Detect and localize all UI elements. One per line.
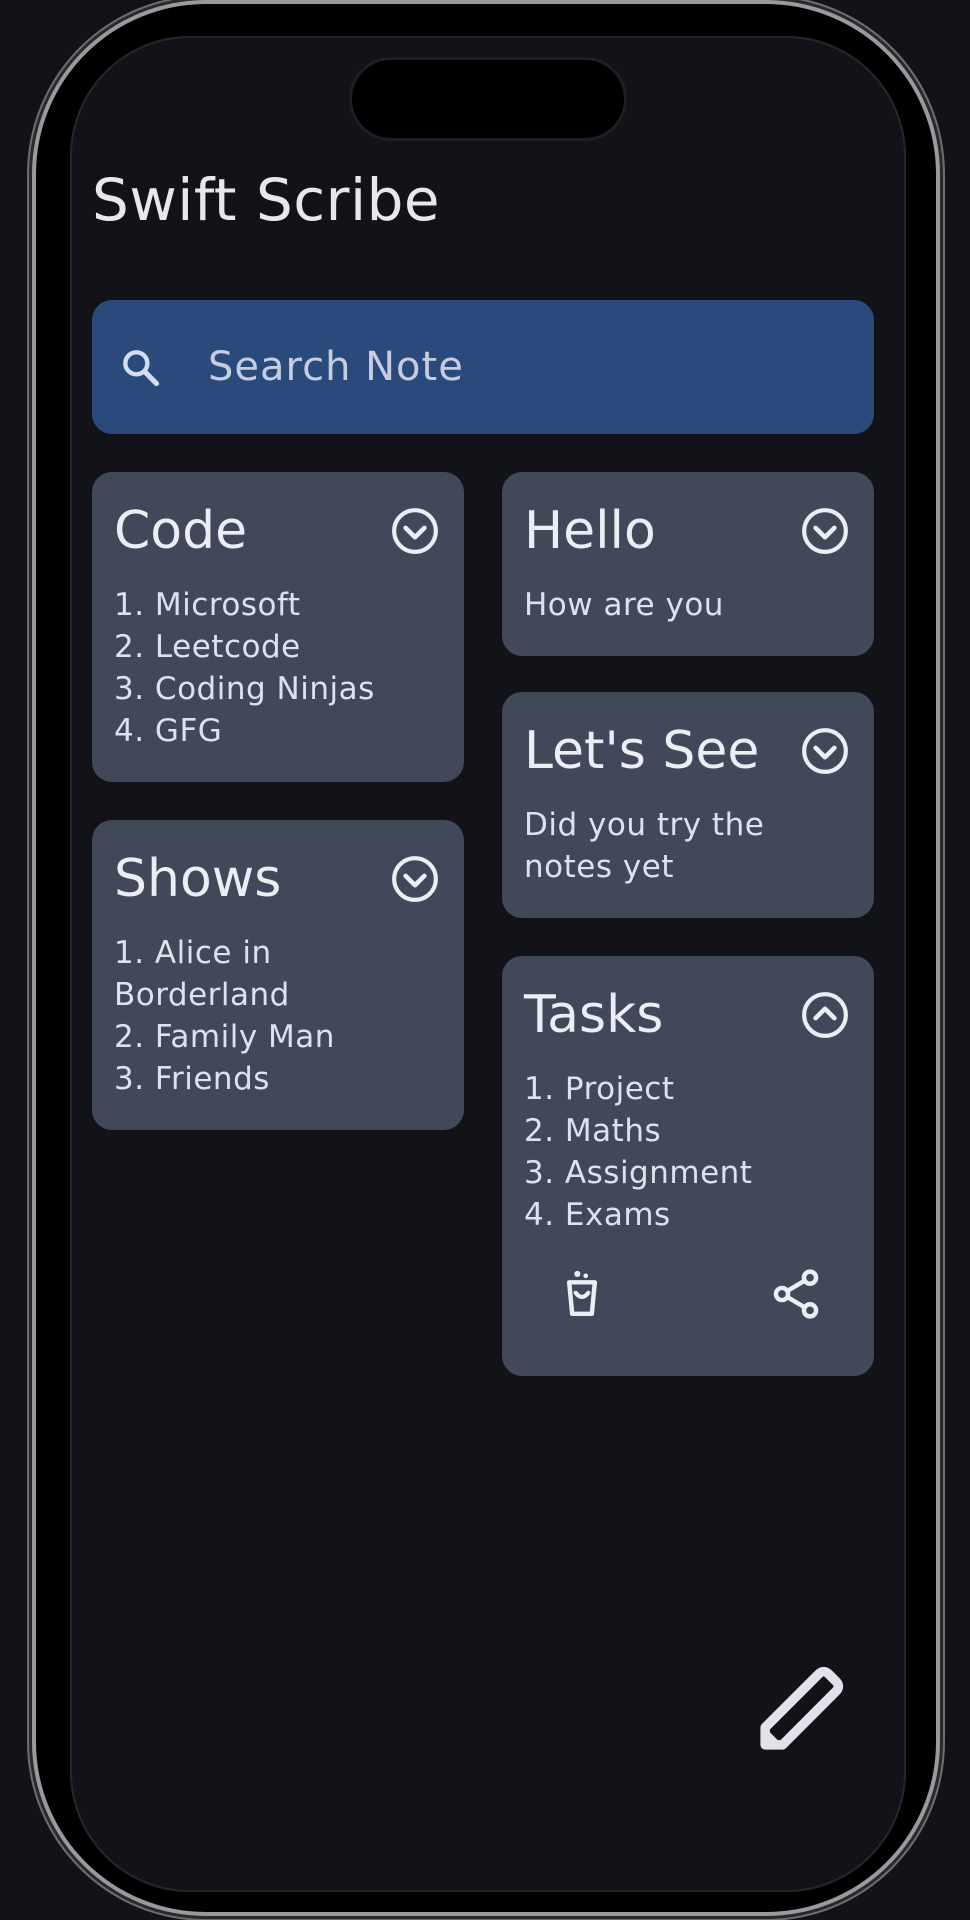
chevron-down-circle-icon[interactable]	[800, 726, 850, 776]
search-bar[interactable]	[92, 300, 874, 434]
note-body: Did you try the notes yet	[524, 807, 765, 885]
note-card-hello[interactable]: Hello How are you	[502, 472, 874, 656]
note-card-code[interactable]: Code 1. Microsoft 2. Leetcode 3. Coding …	[92, 472, 464, 782]
note-title: Tasks	[524, 985, 664, 1045]
chevron-up-circle-icon[interactable]	[800, 990, 850, 1040]
search-input[interactable]	[206, 343, 810, 391]
app-screen: Swift Scribe Code 1. Microsoft 2. Leetco…	[70, 36, 906, 1892]
chevron-down-circle-icon[interactable]	[800, 506, 850, 556]
note-title: Shows	[114, 849, 282, 909]
note-title: Hello	[524, 501, 656, 561]
note-body: 1. Microsoft 2. Leetcode 3. Coding Ninja…	[114, 587, 375, 749]
chevron-down-circle-icon[interactable]	[390, 506, 440, 556]
share-icon[interactable]	[768, 1266, 824, 1322]
search-icon	[123, 350, 160, 387]
app-title: Swift Scribe	[92, 166, 441, 234]
note-body: 1. Project 2. Maths 3. Assignment 4. Exa…	[524, 1071, 753, 1233]
card-actions	[524, 1266, 852, 1322]
note-title: Code	[114, 501, 248, 561]
note-card-tasks[interactable]: Tasks 1. Project 2. Maths 3. Assignment …	[502, 956, 874, 1376]
pencil-icon[interactable]	[750, 1656, 854, 1760]
note-title: Let's See	[524, 721, 760, 781]
note-body: How are you	[524, 587, 724, 623]
note-card-shows[interactable]: Shows 1. Alice in Borderland 2. Family M…	[92, 820, 464, 1130]
note-body: 1. Alice in Borderland 2. Family Man 3. …	[114, 935, 335, 1097]
delete-icon[interactable]	[554, 1266, 610, 1322]
note-card-lets-see[interactable]: Let's See Did you try the notes yet	[502, 692, 874, 918]
chevron-down-circle-icon[interactable]	[390, 854, 440, 904]
dynamic-island	[352, 60, 624, 138]
